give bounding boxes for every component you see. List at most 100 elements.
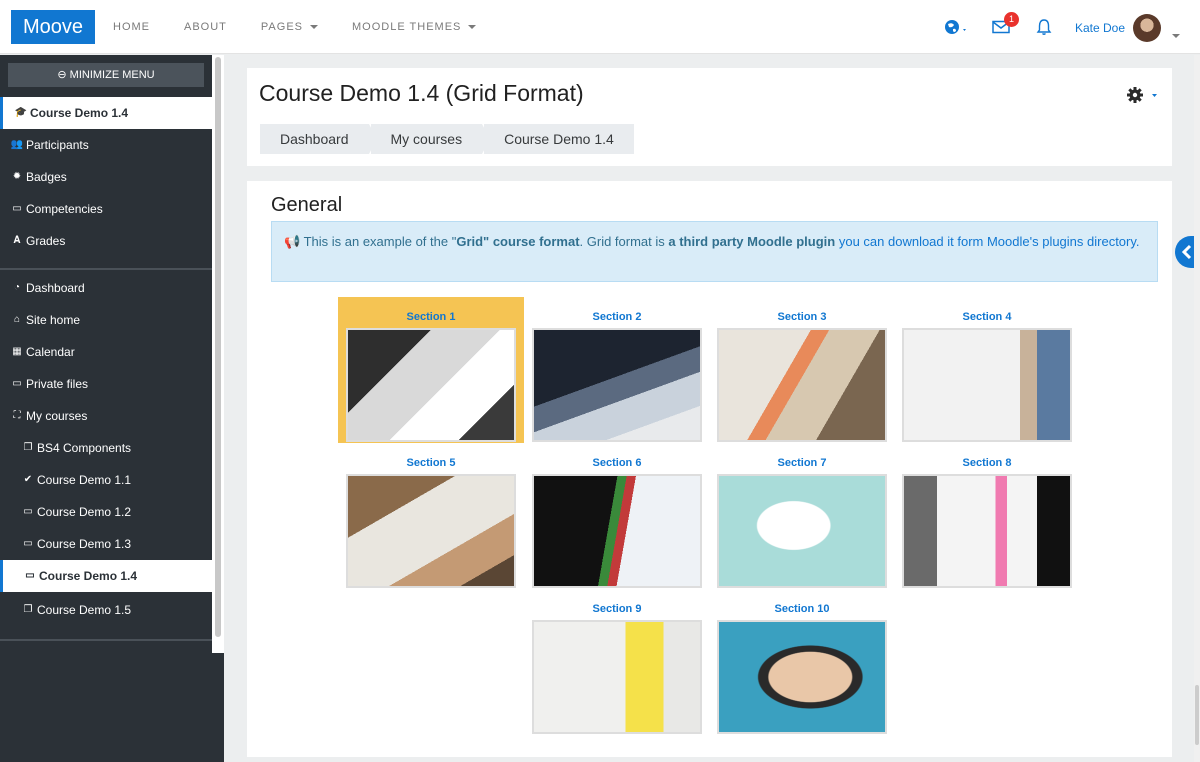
section-image[interactable] (902, 328, 1072, 442)
section-image[interactable] (717, 620, 887, 734)
nav-pages-dropdown[interactable]: PAGES (261, 21, 318, 33)
brand-logo[interactable]: Moove (11, 10, 95, 44)
section-image[interactable] (532, 620, 702, 734)
sidebar-item-label: Private files (26, 377, 89, 391)
section-image[interactable] (346, 474, 516, 588)
section-label[interactable]: Section 7 (717, 457, 887, 469)
graduation-cap-icon: 🎓 (14, 107, 28, 118)
sidebar-item-label: Course Demo 1.2 (37, 505, 132, 519)
sidebar-item-dashboard[interactable]: ◔ Dashboard (0, 272, 212, 304)
section-label[interactable]: Section 8 (902, 457, 1072, 469)
badge-icon: ✹ (12, 171, 22, 182)
sidebar-item-badges[interactable]: ✹ Badges (0, 161, 212, 193)
home-icon: ⌂ (13, 314, 21, 325)
user-menu-caret[interactable] (1172, 25, 1180, 43)
gear-icon (1127, 87, 1157, 103)
folder-icon: ▭ (23, 538, 33, 549)
breadcrumb-dashboard[interactable]: Dashboard (260, 124, 376, 154)
notifications-button[interactable] (1035, 18, 1053, 41)
nav-moodle-themes-dropdown[interactable]: MOODLE THEMES (352, 21, 477, 33)
language-menu[interactable] (944, 18, 970, 41)
sidebar-item-label: Grades (26, 234, 66, 248)
sidebar-item-label: Competencies (26, 202, 103, 216)
sidebar-course-demo-1-2[interactable]: ▭ Course Demo 1.2 (0, 496, 212, 528)
caret-down-icon (468, 25, 477, 29)
nav-about-label: ABOUT (184, 21, 227, 33)
bell-icon (1036, 19, 1052, 35)
page-title: Course Demo 1.4 (Grid Format) (259, 80, 584, 106)
sidebar-item-label: Course Demo 1.1 (37, 473, 132, 487)
user-avatar[interactable] (1133, 14, 1161, 42)
sidebar-course-demo-1-4[interactable]: ▭ Course Demo 1.4 (0, 560, 212, 592)
section-image[interactable] (346, 328, 516, 442)
globe-icon (945, 20, 966, 34)
sidebar-item-label: Site home (26, 313, 81, 327)
course-content: General 📢 This is an example of the "Gri… (247, 181, 1172, 757)
sidebar-item-competencies[interactable]: ▭ Competencies (0, 193, 212, 225)
copy-icon: ❐ (23, 442, 33, 453)
sidebar-course-demo-1-3[interactable]: ▭ Course Demo 1.3 (0, 528, 212, 560)
section-label[interactable]: Section 9 (532, 603, 702, 615)
nav-home-label: HOME (113, 21, 150, 33)
sidebar-item-label: My courses (26, 409, 88, 423)
minus-circle-icon: ⊖ (57, 69, 67, 81)
sidebar-item-label: Course Demo 1.3 (37, 537, 132, 551)
section-image[interactable] (717, 474, 887, 588)
folder-icon: ▭ (12, 203, 22, 214)
grades-icon: 𝐀 (13, 235, 21, 246)
section-image[interactable] (532, 474, 702, 588)
nav-home[interactable]: HOME (113, 21, 150, 33)
sidebar-scrollbar[interactable] (212, 55, 224, 653)
section-label[interactable]: Section 10 (717, 603, 887, 615)
nav-about[interactable]: ABOUT (184, 21, 227, 33)
breadcrumb-current-course[interactable]: Course Demo 1.4 (484, 124, 634, 154)
sitemap-icon: ⛶ (13, 410, 21, 421)
sidebar-course-demo-1-5[interactable]: ❐ Course Demo 1.5 (0, 594, 212, 626)
nav-pages-label: PAGES (260, 21, 303, 33)
sidebar-item-label: Badges (26, 170, 67, 184)
section-image[interactable] (717, 328, 887, 442)
main-nav: HOME ABOUT PAGES MOODLE THEMES (113, 0, 510, 54)
sidebar-item-site-home[interactable]: ⌂ Site home (0, 304, 212, 336)
alert-text: This is an example of the " (303, 234, 457, 249)
sidebar-item-participants[interactable]: 👥 Participants (0, 129, 212, 161)
sidebar-item-label: Dashboard (26, 281, 85, 295)
minimize-menu-button[interactable]: ⊖ MINIMIZE MENU (8, 63, 204, 87)
caret-down-icon (1172, 34, 1180, 38)
check-circle-icon: ✔ (23, 474, 33, 485)
section-label[interactable]: Section 6 (532, 457, 702, 469)
user-name[interactable]: Kate Doe (1075, 21, 1125, 35)
sidebar-item-label: Course Demo 1.5 (37, 603, 132, 617)
sidebar-item-course-demo-1-4[interactable]: 🎓 Course Demo 1.4 (0, 97, 212, 129)
nav-themes-label: MOODLE THEMES (352, 21, 462, 33)
section-label[interactable]: Section 3 (717, 311, 887, 323)
breadcrumb: Dashboard My courses Course Demo 1.4 (260, 124, 636, 154)
plugins-directory-link[interactable]: you can download it form Moodle's plugin… (835, 234, 1140, 249)
copy-icon: ❐ (23, 604, 33, 615)
page-scrollbar[interactable] (1194, 55, 1200, 762)
calendar-icon: ▦ (12, 346, 22, 357)
sidebar-item-calendar[interactable]: ▦ Calendar (0, 336, 212, 368)
section-title: General (271, 194, 343, 216)
sidebar-item-grades[interactable]: 𝐀 Grades (0, 225, 212, 257)
course-settings-menu[interactable] (1127, 86, 1159, 109)
sidebar-menu: ⊖ MINIMIZE MENU 🎓 Course Demo 1.4 👥 Part… (0, 55, 212, 653)
section-label[interactable]: Section 1 (346, 311, 516, 323)
messages-count-badge: 1 (1004, 12, 1019, 27)
alert-text: . Grid format is (579, 234, 669, 249)
section-image[interactable] (532, 328, 702, 442)
section-label[interactable]: Section 4 (902, 311, 1072, 323)
sidebar: ⊖ MINIMIZE MENU 🎓 Course Demo 1.4 👥 Part… (0, 55, 224, 762)
section-label[interactable]: Section 5 (346, 457, 516, 469)
scrollbar-thumb[interactable] (1195, 685, 1199, 745)
sidebar-item-private-files[interactable]: ▭ Private files (0, 368, 212, 400)
sidebar-item-my-courses[interactable]: ⛶ My courses (0, 400, 212, 432)
sidebar-course-bs4-components[interactable]: ❐ BS4 Components (0, 432, 212, 464)
section-image[interactable] (902, 474, 1072, 588)
sidebar-course-demo-1-1[interactable]: ✔ Course Demo 1.1 (0, 464, 212, 496)
alert-bold-text: a third party Moodle plugin (668, 234, 836, 249)
sidebar-item-label: Course Demo 1.4 (30, 106, 129, 120)
scrollbar-thumb[interactable] (215, 57, 221, 637)
breadcrumb-my-courses[interactable]: My courses (370, 124, 490, 154)
section-label[interactable]: Section 2 (532, 311, 702, 323)
